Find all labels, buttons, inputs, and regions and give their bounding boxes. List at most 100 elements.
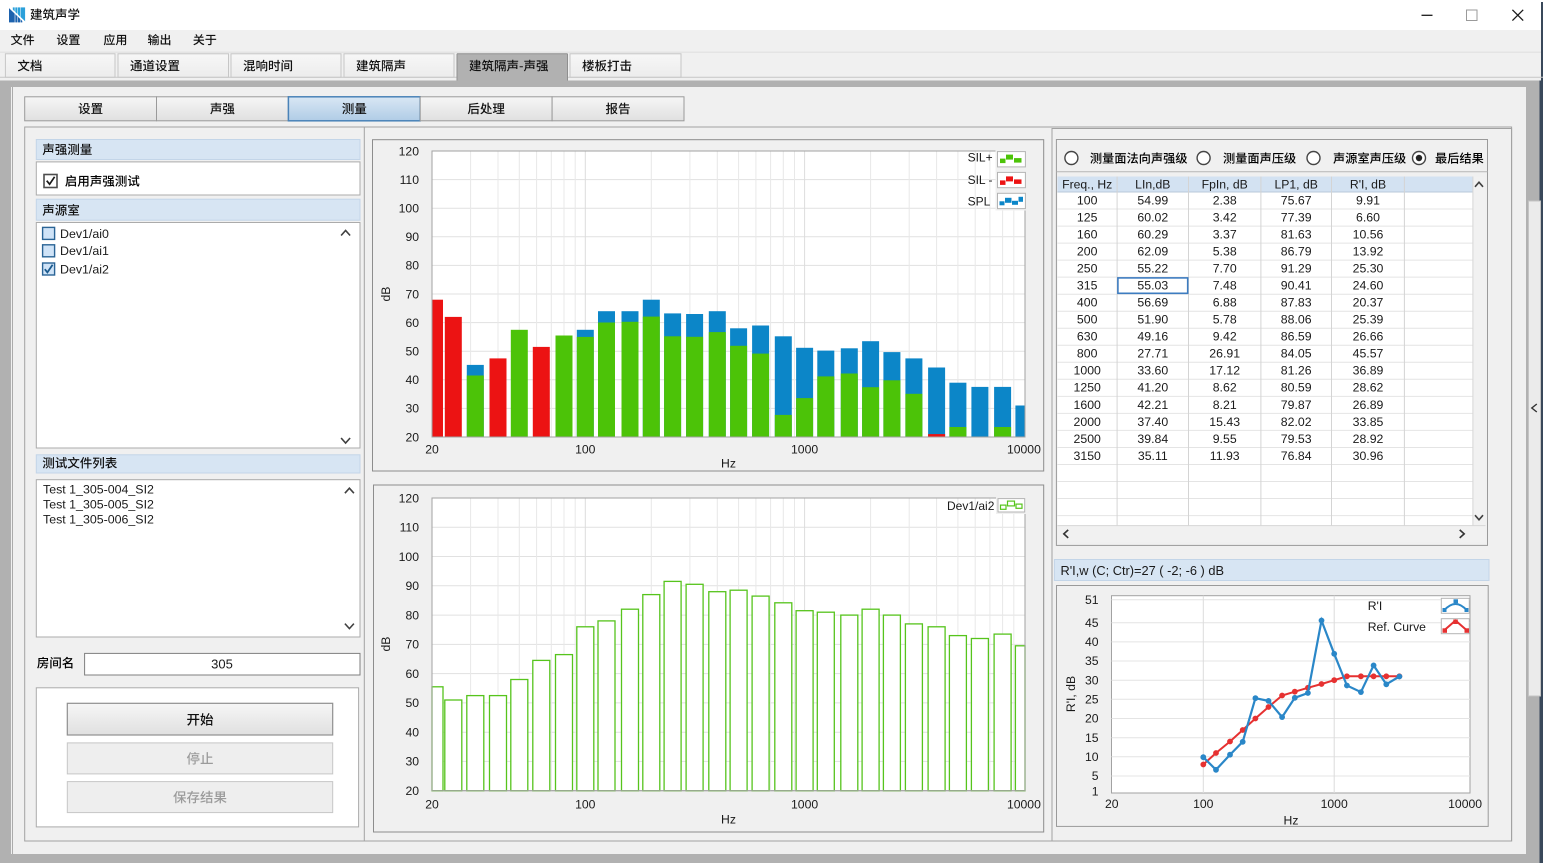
- svg-text:50: 50: [405, 696, 419, 710]
- svg-text:10000: 10000: [1448, 797, 1482, 811]
- svg-text:55.22: 55.22: [1137, 262, 1168, 276]
- svg-text:120: 120: [399, 144, 420, 158]
- svg-text:45.57: 45.57: [1353, 347, 1384, 361]
- svg-text:70: 70: [405, 287, 419, 301]
- svg-text:41.20: 41.20: [1137, 381, 1168, 395]
- svg-text:88.06: 88.06: [1281, 313, 1312, 327]
- svg-text:80: 80: [405, 608, 419, 622]
- svg-text:42.21: 42.21: [1137, 398, 1168, 412]
- svg-text:1: 1: [1092, 785, 1099, 799]
- svg-text:1000: 1000: [791, 443, 818, 457]
- svg-text:Hz: Hz: [1284, 814, 1299, 828]
- svg-text:26.66: 26.66: [1353, 330, 1384, 344]
- svg-text:60: 60: [405, 667, 419, 681]
- svg-text:82.02: 82.02: [1281, 415, 1312, 429]
- svg-text:81.26: 81.26: [1281, 364, 1312, 378]
- svg-text:37.40: 37.40: [1137, 415, 1168, 429]
- svg-text:84.05: 84.05: [1281, 347, 1312, 361]
- svg-text:10000: 10000: [1007, 798, 1041, 812]
- svg-text:24.60: 24.60: [1353, 279, 1384, 293]
- svg-text:39.84: 39.84: [1137, 432, 1168, 446]
- svg-text:1600: 1600: [1074, 398, 1102, 412]
- svg-text:62.09: 62.09: [1137, 245, 1168, 259]
- svg-text:76.84: 76.84: [1281, 449, 1312, 463]
- svg-text:20: 20: [405, 784, 419, 798]
- svg-text:1250: 1250: [1074, 381, 1102, 395]
- svg-text:40: 40: [405, 373, 419, 387]
- svg-text:7.70: 7.70: [1213, 262, 1237, 276]
- svg-text:9.55: 9.55: [1213, 432, 1237, 446]
- svg-text:6.60: 6.60: [1356, 210, 1380, 224]
- svg-text:20: 20: [425, 798, 439, 812]
- svg-text:30: 30: [405, 755, 419, 769]
- svg-text:10000: 10000: [1007, 443, 1041, 457]
- svg-text:60.29: 60.29: [1137, 228, 1168, 242]
- svg-text:R'I: R'I: [1368, 599, 1383, 613]
- svg-text:26.89: 26.89: [1353, 398, 1384, 412]
- svg-text:5.38: 5.38: [1213, 245, 1237, 259]
- svg-text:FpIn, dB: FpIn, dB: [1202, 178, 1248, 192]
- svg-text:Test 1_305-006_SI2: Test 1_305-006_SI2: [43, 513, 154, 527]
- svg-text:60: 60: [405, 316, 419, 330]
- svg-text:5: 5: [1092, 769, 1099, 783]
- svg-text:Ref. Curve: Ref. Curve: [1368, 620, 1426, 634]
- svg-text:100: 100: [575, 443, 596, 457]
- svg-text:Dev1/ai2: Dev1/ai2: [947, 499, 995, 513]
- svg-text:35.11: 35.11: [1138, 449, 1168, 463]
- svg-text:100: 100: [399, 550, 420, 564]
- svg-text:25.30: 25.30: [1353, 262, 1384, 276]
- svg-text:R'I, dB: R'I, dB: [1064, 676, 1078, 712]
- svg-text:Dev1/ai2: Dev1/ai2: [60, 262, 109, 276]
- svg-text:75.67: 75.67: [1281, 193, 1312, 207]
- svg-text:90: 90: [405, 230, 419, 244]
- svg-text:51: 51: [1085, 593, 1099, 607]
- svg-text:800: 800: [1077, 347, 1098, 361]
- svg-text:2500: 2500: [1074, 432, 1102, 446]
- svg-text:160: 160: [1077, 228, 1098, 242]
- svg-text:20.37: 20.37: [1353, 296, 1384, 310]
- svg-text:13.92: 13.92: [1353, 245, 1384, 259]
- svg-text:8.21: 8.21: [1213, 398, 1237, 412]
- svg-text:79.87: 79.87: [1281, 398, 1312, 412]
- svg-text:30: 30: [1085, 673, 1099, 687]
- svg-text:60.02: 60.02: [1137, 210, 1168, 224]
- svg-text:7.48: 7.48: [1213, 279, 1237, 293]
- svg-text:25: 25: [1085, 693, 1099, 707]
- svg-text:2.38: 2.38: [1213, 193, 1237, 207]
- svg-text:100: 100: [575, 798, 596, 812]
- svg-text:17.12: 17.12: [1209, 364, 1240, 378]
- svg-text:120: 120: [399, 491, 420, 505]
- svg-text:110: 110: [400, 173, 420, 187]
- svg-text:3150: 3150: [1074, 449, 1102, 463]
- svg-text:49.16: 49.16: [1137, 330, 1168, 344]
- svg-text:10: 10: [1085, 750, 1099, 764]
- svg-text:20: 20: [405, 430, 419, 444]
- svg-text:110: 110: [400, 521, 420, 535]
- svg-text:5.78: 5.78: [1213, 313, 1237, 327]
- svg-text:87.83: 87.83: [1281, 296, 1312, 310]
- svg-text:45: 45: [1085, 616, 1099, 630]
- svg-text:54.99: 54.99: [1137, 193, 1168, 207]
- svg-text:R'I, dB: R'I, dB: [1350, 178, 1386, 192]
- svg-text:26.91: 26.91: [1209, 347, 1240, 361]
- svg-text:100: 100: [1193, 797, 1214, 811]
- svg-text:15: 15: [1085, 731, 1099, 745]
- svg-text:86.59: 86.59: [1281, 330, 1312, 344]
- svg-text:Freq., Hz: Freq., Hz: [1062, 178, 1112, 192]
- svg-text:77.39: 77.39: [1281, 210, 1312, 224]
- svg-text:20: 20: [1105, 797, 1119, 811]
- svg-text:8.62: 8.62: [1213, 381, 1237, 395]
- svg-text:20: 20: [425, 443, 439, 457]
- svg-text:3.42: 3.42: [1213, 210, 1237, 224]
- svg-text:50: 50: [405, 345, 419, 359]
- svg-text:2000: 2000: [1074, 415, 1102, 429]
- svg-text:LIn,dB: LIn,dB: [1135, 178, 1170, 192]
- svg-text:36.89: 36.89: [1353, 364, 1384, 378]
- svg-text:630: 630: [1077, 330, 1098, 344]
- svg-text:56.69: 56.69: [1137, 296, 1168, 310]
- svg-text:28.92: 28.92: [1353, 432, 1384, 446]
- svg-text:9.91: 9.91: [1356, 193, 1380, 207]
- svg-text:305: 305: [211, 657, 233, 672]
- svg-text:400: 400: [1077, 296, 1098, 310]
- svg-text:Test 1_305-004_SI2: Test 1_305-004_SI2: [43, 483, 154, 497]
